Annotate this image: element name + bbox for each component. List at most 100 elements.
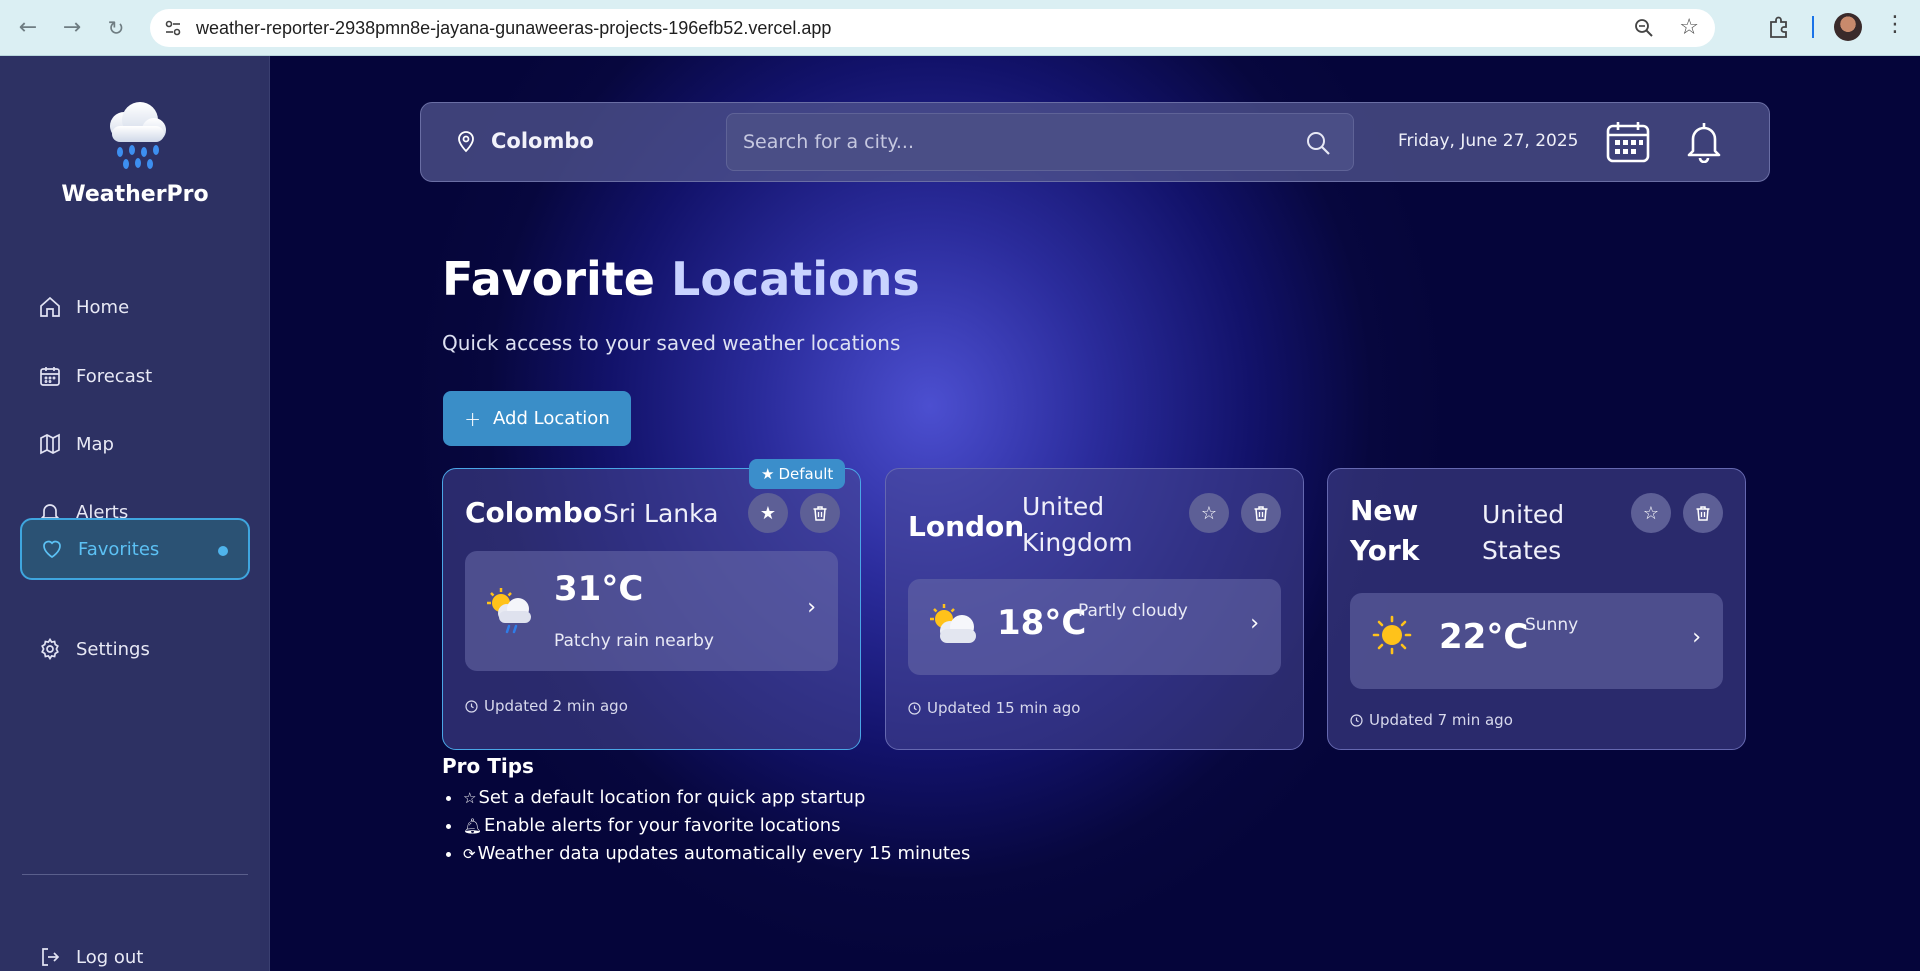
search-input[interactable] [727,114,1287,170]
star-icon: ☆ [463,789,477,807]
card-temperature: 31°C [554,569,644,609]
card-city: New York [1350,494,1420,567]
default-badge-label: Default [778,465,834,483]
last-updated: Updated 2 min ago [465,697,628,715]
logout-icon [42,948,60,966]
tip-text: Set a default location for quick app sta… [478,787,866,808]
sidebar-item-settings[interactable]: Settings [20,618,250,680]
back-icon[interactable]: ← [14,14,42,42]
list-item: ⟳Weather data updates automatically ever… [463,840,970,868]
forward-icon[interactable]: → [58,14,86,42]
sidebar-divider [22,874,248,875]
address-bar[interactable]: weather-reporter-2938pmn8e-jayana-gunawe… [150,9,1715,47]
trash-icon [813,506,827,521]
zoom-icon[interactable] [1633,17,1655,39]
profile-avatar[interactable] [1834,13,1862,41]
star-filled-icon: ★ [759,502,777,524]
refresh-icon: ⟳ [463,845,476,863]
partly-cloudy-icon [930,604,976,643]
pro-tips: Pro Tips ☆Set a default location for qui… [442,754,970,868]
set-default-button[interactable]: ★ [748,493,788,533]
chevron-right-icon: › [1250,611,1259,636]
clock-icon [465,699,478,713]
clock-icon [908,701,921,715]
set-default-button[interactable]: ☆ [1189,493,1229,533]
last-updated: Updated 15 min ago [908,699,1080,717]
sidebar-item-label: Forecast [76,365,153,387]
clock-icon [1350,713,1363,727]
sidebar-item-forecast[interactable]: Forecast [20,345,250,407]
chevron-right-icon: › [807,595,816,620]
star-icon: ★ [761,465,775,483]
bell-icon: 🔔︎ [463,817,483,835]
sun-icon [1372,615,1412,655]
set-default-button[interactable]: ☆ [1631,493,1671,533]
toolbar-divider [1812,16,1814,38]
card-country: United States [1482,500,1565,565]
active-indicator-dot [218,546,228,556]
card-city: London [908,510,1025,543]
card-condition: Sunny [1525,615,1579,635]
chevron-right-icon: › [1692,625,1701,650]
sidebar-item-label: Map [76,433,114,455]
app-brand: WeatherPro [61,182,209,207]
card-country: United Kingdom [1022,492,1133,557]
sidebar-item-favorites[interactable]: Favorites [20,518,250,580]
more-menu-icon[interactable]: ⋮ [1884,12,1906,37]
logo-rain-cloud-icon [110,102,166,169]
extensions-icon[interactable] [1766,14,1792,40]
sidebar-item-label: Home [76,296,130,318]
sidebar: WeatherPro Home Forecast Map Alerts Favo… [0,56,270,971]
tip-text: Weather data updates automatically every… [477,843,971,864]
search-icon[interactable] [1305,130,1331,156]
last-updated-text: Updated 15 min ago [927,699,1081,717]
logout-button[interactable]: Log out [20,926,250,971]
favorite-card-new-york[interactable]: New York United States ☆ 22°C Sunny › Up… [1327,468,1746,750]
star-outline-icon: ☆ [1200,502,1218,524]
sidebar-item-map[interactable]: Map [20,413,250,475]
delete-button[interactable] [1241,493,1281,533]
last-updated-text: Updated 7 min ago [1369,711,1513,729]
last-updated-text: Updated 2 min ago [484,697,628,715]
current-location[interactable]: Colombo [455,129,594,153]
bookmark-star-icon[interactable]: ☆ [1679,15,1699,40]
notifications-bell-icon[interactable] [1685,119,1723,163]
card-condition: Partly cloudy [1078,601,1188,621]
tip-text: Enable alerts for your favorite location… [484,815,841,836]
sidebar-item-label: Settings [76,638,150,660]
card-country: Sri Lanka [603,499,719,528]
rain-sun-cloud-icon [487,588,531,634]
list-item: 🔔︎Enable alerts for your favorite locati… [463,812,970,840]
home-icon [40,296,60,317]
favorite-card-london[interactable]: London United Kingdom ☆ 18°C Partly clou… [885,468,1304,750]
page-subtitle: Quick access to your saved weather locat… [442,331,901,355]
city-search [726,113,1354,171]
plus-icon: + [464,406,482,431]
weather-summary[interactable]: 22°C Sunny › [1350,593,1723,689]
star-outline-icon: ☆ [1642,502,1660,524]
last-updated: Updated 7 min ago [1350,711,1513,729]
main-content: Colombo Friday, June 27, 2025 Favorite L… [270,56,1920,971]
title-word-1: Favorite [442,252,655,306]
reload-icon[interactable]: ↻ [102,14,130,42]
delete-button[interactable] [1683,493,1723,533]
pro-tips-heading: Pro Tips [442,754,534,778]
weather-summary[interactable]: 18°C Partly cloudy › [908,579,1281,675]
site-info-icon[interactable] [164,19,182,37]
trash-icon [1254,506,1268,521]
calendar-icon [40,367,60,386]
browser-toolbar: ← → ↻ weather-reporter-2938pmn8e-jayana-… [0,0,1920,56]
pro-tips-list: ☆Set a default location for quick app st… [442,784,970,868]
calendar-icon[interactable] [1606,121,1650,163]
current-location-label: Colombo [491,129,594,153]
favorite-card-colombo[interactable]: ★ Default Colombo Sri Lanka ★ 31°C Patchy… [442,459,861,750]
add-location-button[interactable]: + Add Location [443,391,631,446]
url-text[interactable]: weather-reporter-2938pmn8e-jayana-gunawe… [196,18,831,39]
page-title: Favorite Locations [442,252,920,306]
weather-summary[interactable]: 31°C Patchy rain nearby › [465,551,838,671]
current-date: Friday, June 27, 2025 [1398,131,1579,151]
delete-button[interactable] [800,493,840,533]
gear-icon [41,637,59,661]
heart-icon [43,540,61,559]
sidebar-item-home[interactable]: Home [20,276,250,338]
